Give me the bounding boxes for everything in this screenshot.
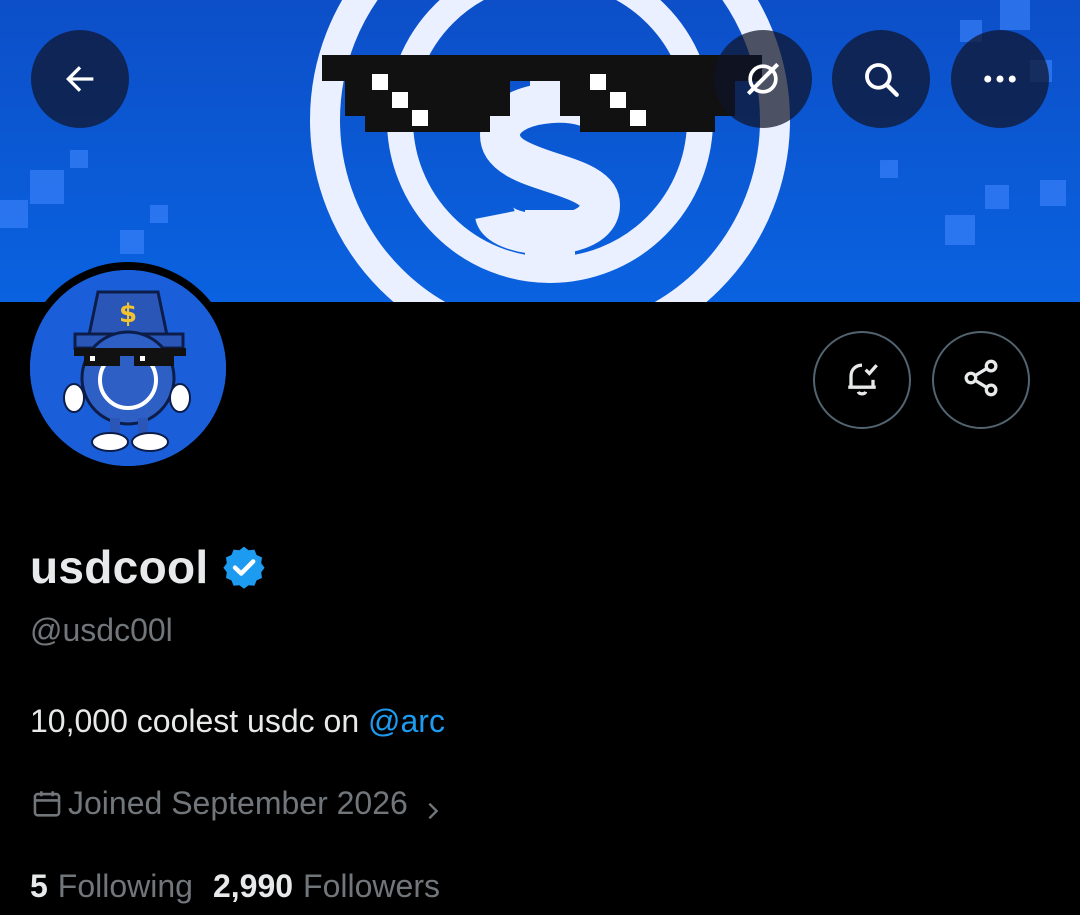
- following-label: Following: [57, 868, 193, 904]
- bell-check-icon: [840, 356, 884, 405]
- bio-mention-link[interactable]: @arc: [368, 703, 445, 739]
- avatar-image: $: [30, 270, 226, 466]
- more-horizontal-icon: [979, 58, 1021, 100]
- followers-label: Followers: [303, 868, 440, 904]
- share-button[interactable]: [932, 331, 1030, 429]
- banner-image: [0, 0, 1080, 302]
- svg-text:$: $: [119, 299, 137, 329]
- follow-stats: 5 Following 2,990 Followers: [30, 868, 460, 905]
- arrow-left-icon: [60, 59, 100, 99]
- display-name: usdcool: [30, 541, 209, 593]
- grok-button[interactable]: [714, 30, 812, 128]
- followers-count: 2,990: [212, 868, 294, 904]
- profile-avatar[interactable]: $: [22, 262, 234, 474]
- joined-date-row[interactable]: Joined September 2026: [30, 785, 444, 822]
- profile-bio: 10,000 coolest usdc on @arc: [30, 703, 445, 740]
- profile-handle: @usdc00l: [30, 612, 173, 648]
- search-icon: [860, 58, 902, 100]
- joined-date: Joined September 2026: [68, 785, 408, 821]
- share-icon: [959, 356, 1003, 405]
- more-button[interactable]: [951, 30, 1049, 128]
- calendar-icon: [30, 787, 64, 821]
- verified-badge-icon[interactable]: [220, 543, 268, 591]
- following-count: 5: [30, 868, 48, 904]
- followers-link[interactable]: 2,990 Followers: [213, 868, 440, 905]
- chevron-right-icon: [422, 793, 444, 819]
- profile-name-row: usdcool: [30, 540, 268, 594]
- following-link[interactable]: 5 Following: [30, 868, 193, 905]
- bio-text: 10,000 coolest usdc on: [30, 703, 369, 739]
- profile-banner[interactable]: [0, 0, 1080, 302]
- search-button[interactable]: [832, 30, 930, 128]
- back-button[interactable]: [31, 30, 129, 128]
- grok-icon: [741, 57, 785, 101]
- notifications-button[interactable]: [813, 331, 911, 429]
